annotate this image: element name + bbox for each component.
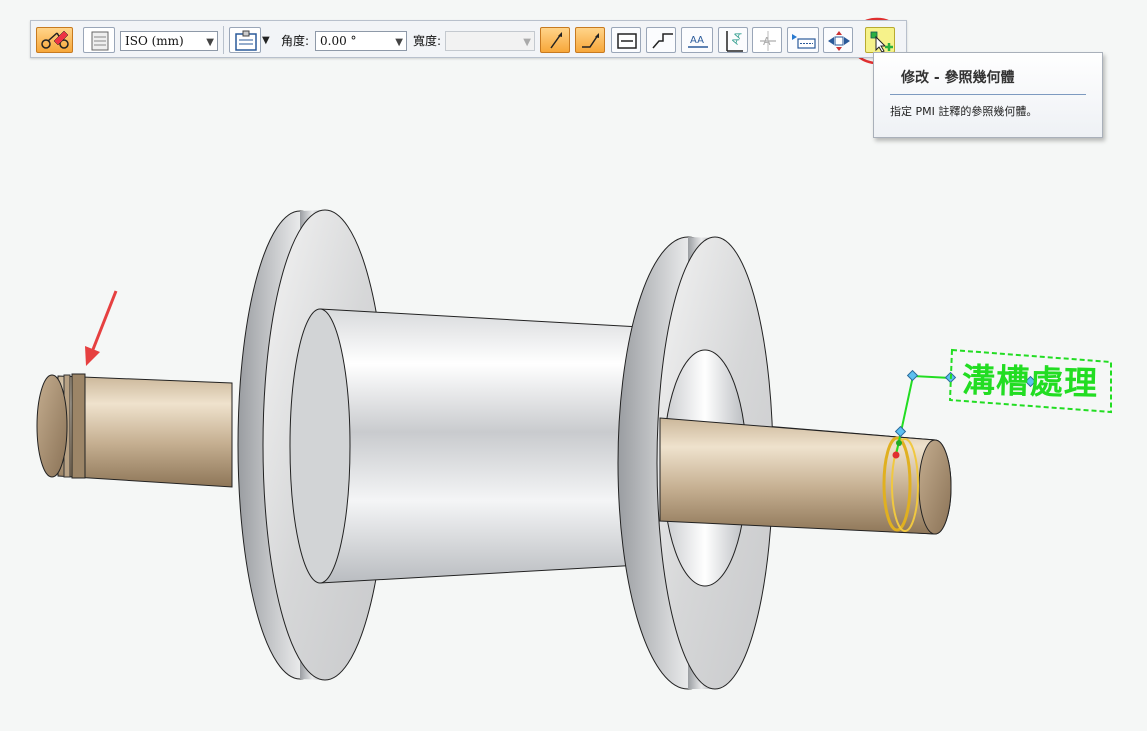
vertical-text-icon: AA [726, 30, 745, 52]
text-box-icon [792, 34, 816, 49]
annotation-properties-icon [235, 30, 257, 51]
tooltip-description: 指定 PMI 註釋的參照幾何體。 [890, 105, 1038, 118]
smart-dimension-button[interactable] [36, 27, 73, 53]
leader-arrow-button[interactable] [540, 27, 570, 53]
tooltip-title: 修改 - 參照幾何體 [901, 70, 1015, 86]
width-label: 寬度: [413, 34, 442, 48]
underline-text-icon: AA [688, 35, 708, 48]
angle-label: 角度: [281, 34, 310, 48]
bent-leader-button[interactable] [575, 27, 605, 53]
tooltip-divider [890, 94, 1086, 95]
left-shaft [36, 373, 233, 488]
text-frame-button[interactable] [611, 27, 641, 53]
text-frame-icon [617, 33, 637, 49]
dimension-style-icon [91, 31, 109, 51]
width-select[interactable]: ▼ [445, 31, 535, 51]
angle-select[interactable]: 0.00 ° ▼ [315, 31, 407, 51]
toolbar-separator [223, 26, 224, 54]
angle-value: 0.00 ° [320, 34, 357, 48]
underline-text-button[interactable]: AA [681, 27, 713, 53]
strikeout-text-icon: A [760, 31, 776, 51]
smart-dimension-icon [41, 30, 69, 49]
modify-reference-geometry-icon [870, 31, 893, 53]
dimension-style-button[interactable] [83, 27, 115, 53]
text-box-button[interactable] [787, 27, 819, 53]
tooltip: 修改 - 參照幾何體 指定 PMI 註釋的參照幾何體。 [873, 52, 1103, 138]
leader-arrow-icon [550, 32, 562, 49]
bent-leader-icon [582, 33, 599, 48]
chevron-down-icon: ▼ [523, 37, 531, 48]
modify-reference-geometry-button[interactable] [865, 27, 895, 53]
center-drum [289, 308, 641, 584]
pmi-toolbar: ISO (mm) ▼ ▼ 角度: 0.00 ° ▼ 寬度: ▼ AA AA [30, 20, 907, 58]
dimension-standard-value: ISO (mm) [125, 34, 184, 48]
fit-arrows-button[interactable] [823, 27, 853, 53]
red-callout-arrow [85, 290, 118, 366]
strikeout-text-button[interactable]: A [752, 27, 782, 53]
chevron-down-icon: ▼ [395, 37, 403, 48]
chevron-down-icon: ▼ [206, 37, 214, 48]
annotation-properties-button[interactable] [229, 27, 261, 53]
dimension-standard-select[interactable]: ISO (mm) ▼ [120, 31, 218, 51]
fit-arrows-icon [828, 31, 850, 51]
svg-text:AA: AA [731, 30, 745, 46]
annotation-text[interactable]: 溝槽處理 [961, 360, 1099, 404]
step-leader-button[interactable] [646, 27, 676, 53]
annotation-properties-dropdown-icon[interactable]: ▼ [262, 35, 270, 46]
vertical-text-button[interactable]: AA [718, 27, 748, 53]
svg-text:AA: AA [690, 35, 704, 46]
step-leader-icon [652, 33, 673, 49]
